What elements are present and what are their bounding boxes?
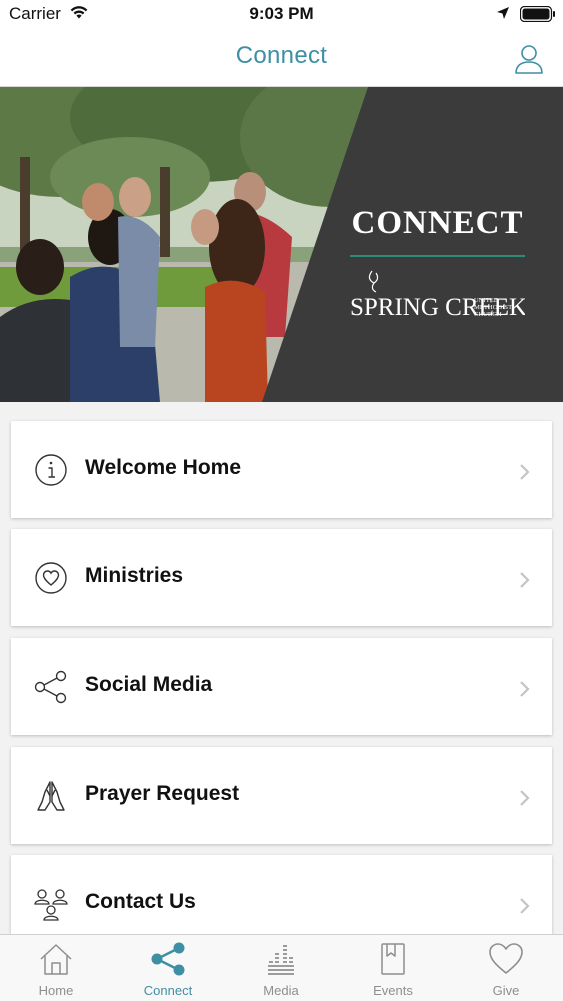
hero-photo — [0, 87, 563, 402]
equalizer-icon — [225, 942, 337, 978]
heart-circle-icon — [33, 560, 69, 596]
battery-icon — [519, 5, 556, 27]
chevron-right-icon — [519, 789, 531, 812]
menu-item-label: Social Media — [85, 673, 213, 696]
chevron-right-icon — [519, 680, 531, 703]
profile-icon[interactable] — [513, 43, 545, 80]
heart-icon — [450, 942, 562, 978]
info-icon — [33, 452, 69, 488]
menu-item-label: Welcome Home — [85, 456, 241, 479]
menu-item-welcome-home[interactable]: Welcome Home — [11, 421, 552, 518]
menu-item-label: Contact Us — [85, 890, 196, 913]
tab-connect[interactable]: Connect — [112, 935, 224, 1001]
clock: 9:03 PM — [249, 4, 314, 23]
menu-item-label: Ministries — [85, 564, 184, 587]
chevron-right-icon — [519, 463, 531, 486]
logo-sub-2: METHODIST — [474, 304, 512, 311]
tab-label: Home — [38, 983, 74, 998]
tab-label: Media — [263, 983, 299, 998]
nav-bar: Connect — [0, 30, 563, 87]
hero-divider — [350, 255, 525, 257]
menu-item-ministries[interactable]: Ministries — [11, 529, 552, 626]
chevron-right-icon — [519, 897, 531, 920]
location-icon — [496, 5, 510, 25]
praying-hands-icon — [33, 778, 69, 814]
share-icon — [33, 669, 69, 705]
menu-item-prayer-request[interactable]: Prayer Request — [11, 747, 552, 844]
hero-title: CONNECT — [351, 205, 524, 241]
tab-give[interactable]: Give — [450, 935, 562, 1001]
tab-events[interactable]: Events — [337, 935, 449, 1001]
tab-label: Events — [373, 983, 413, 998]
tab-label: Give — [492, 983, 520, 998]
tab-home[interactable]: Home — [0, 935, 112, 1001]
logo-sub-1: UNITED — [474, 297, 499, 304]
share-icon — [112, 942, 224, 978]
tab-bar: Home Connect Media Events Give — [0, 934, 563, 1001]
menu-item-label: Prayer Request — [85, 782, 240, 805]
church-logo: SPRING CREEK UNITED METHODIST CHURCH — [350, 265, 525, 325]
tab-media[interactable]: Media — [225, 935, 337, 1001]
status-bar: Carrier 9:03 PM — [0, 0, 563, 30]
menu-item-social-media[interactable]: Social Media — [11, 638, 552, 735]
people-icon — [33, 886, 69, 922]
chevron-right-icon — [519, 571, 531, 594]
hero-banner: CONNECT SPRING CREEK UNITED METHODIST CH… — [0, 87, 563, 402]
tab-label: Connect — [143, 983, 193, 998]
home-icon — [0, 942, 112, 978]
page-title: Connect — [235, 42, 328, 69]
logo-sub-3: CHURCH — [474, 311, 502, 318]
bookmark-icon — [337, 942, 449, 978]
